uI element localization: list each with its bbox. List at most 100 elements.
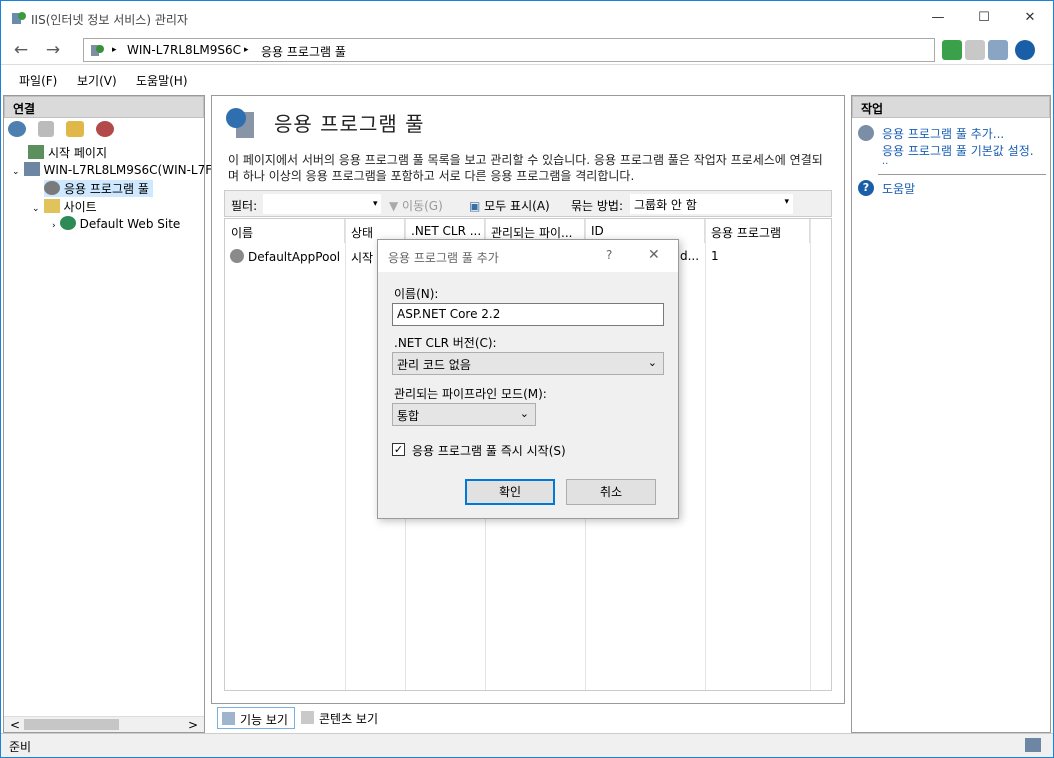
connections-header: 연결 <box>4 96 204 118</box>
window-title: IIS(인터넷 정보 서비스) 관리자 <box>31 13 188 27</box>
pool-apps-cell: 1 <box>711 249 719 263</box>
iis-manager-window: IIS(인터넷 정보 서비스) 관리자 — ☐ ✕ ← → ▸ WIN-L7RL… <box>0 0 1054 758</box>
menu-view[interactable]: 보기(V) <box>77 72 117 89</box>
menu-file[interactable]: 파일(F) <box>19 72 57 89</box>
dialog-close-button[interactable]: ✕ <box>648 247 660 263</box>
help-icon: ? <box>858 180 874 196</box>
minimize-button[interactable]: — <box>915 1 961 35</box>
disconnect-icon[interactable] <box>96 121 114 137</box>
connections-panel: 연결 시작 페이지 ⌄ WIN-L7RL8LM9S6C(WIN-L7F 응용 프로… <box>3 95 212 733</box>
app-pools-icon <box>226 108 254 138</box>
action-set-defaults[interactable]: 응용 프로그램 풀 기본값 설정. <box>882 142 1034 159</box>
ok-button[interactable]: 확인 <box>465 479 555 505</box>
maximize-button[interactable]: ☐ <box>961 1 1007 35</box>
filter-dropdown-icon[interactable]: ▾ <box>373 199 378 209</box>
pool-status-cell: 시작 <box>351 251 374 265</box>
separator-icon: ▸ <box>244 45 249 55</box>
back-button[interactable]: ← <box>9 40 33 60</box>
pool-id-cell: d... <box>680 249 700 263</box>
name-input[interactable]: ASP.NET Core 2.2 <box>392 303 664 326</box>
title-bar: IIS(인터넷 정보 서비스) 관리자 — ☐ ✕ <box>1 1 1053 35</box>
start-page-icon <box>28 145 44 159</box>
chevron-down-icon: ⌄ <box>647 356 657 369</box>
show-all-icon: ▣ <box>469 199 485 213</box>
filter-input[interactable] <box>263 194 381 214</box>
cancel-button[interactable]: 취소 <box>566 479 656 505</box>
divider <box>878 174 1046 175</box>
app-pool-icon <box>230 249 244 263</box>
name-label: 이름(N): <box>394 287 439 301</box>
chevron-down-icon: ▾ <box>784 197 789 207</box>
view-tabs: 기능 보기 콘텐츠 보기 <box>211 704 611 730</box>
show-all-button[interactable]: ▣ 모두 표시(A) <box>469 197 550 214</box>
go-button[interactable]: ▼ 이동(G) <box>389 197 443 214</box>
tree-item-default-web-site[interactable]: › Default Web Site <box>52 216 180 231</box>
group-by-select[interactable]: 그룹화 안 함 ▾ <box>630 194 793 214</box>
filter-bar: 필터: ▾ ▼ 이동(G) ▣ 모두 표시(A) 묶는 방법: 그룹화 안 함 ▾ <box>224 190 832 217</box>
start-immediately-label: 응용 프로그램 풀 즉시 시작(S) <box>412 444 566 458</box>
clr-version-label: .NET CLR 버전(C): <box>394 336 497 350</box>
menu-help[interactable]: 도움말(H) <box>136 72 188 89</box>
column-header-apps[interactable]: 응용 프로그램 <box>705 219 810 243</box>
app-pool-icon <box>44 181 60 195</box>
pipeline-mode-select[interactable]: 통합 ⌄ <box>392 403 536 426</box>
funnel-icon: ▼ <box>389 199 403 213</box>
scroll-right-icon[interactable]: > <box>188 718 198 732</box>
group-by-label: 묶는 방법: <box>571 199 624 213</box>
help-icon[interactable] <box>1015 40 1035 60</box>
up-icon[interactable] <box>66 121 84 137</box>
server-status-icon <box>1025 738 1041 752</box>
dialog-help-button[interactable]: ? <box>606 248 612 262</box>
dialog-title-bar: 응용 프로그램 풀 추가 ? ✕ <box>378 240 678 272</box>
crumb-app-pools[interactable]: 응용 프로그램 풀 <box>261 43 346 60</box>
actions-header: 작업 <box>852 96 1050 118</box>
filter-label: 필터: <box>231 199 258 213</box>
pool-name-cell[interactable]: DefaultAppPool <box>230 249 340 264</box>
home-icon[interactable] <box>988 40 1008 60</box>
horizontal-scrollbar[interactable]: < > <box>4 716 204 732</box>
menu-bar: 파일(F) 보기(V) 도움말(H) <box>1 65 1053 93</box>
stop-icon[interactable] <box>965 40 985 60</box>
forward-button[interactable]: → <box>41 40 65 60</box>
chevron-down-icon: ⌄ <box>519 407 529 420</box>
save-icon[interactable] <box>38 121 54 137</box>
connections-toolbar <box>4 118 204 142</box>
column-divider <box>705 219 706 690</box>
column-header-name[interactable]: 이름 <box>225 219 345 243</box>
tree-item-app-pools[interactable]: 응용 프로그램 풀 <box>44 180 153 197</box>
tab-content-view[interactable]: 콘텐츠 보기 <box>297 707 384 729</box>
collapse-icon[interactable]: ⌄ <box>32 204 40 214</box>
address-bar: ← → ▸ WIN-L7RL8LM9S6C ▸ 응용 프로그램 풀 <box>1 35 1053 65</box>
start-immediately-checkbox[interactable]: ✓ <box>392 443 405 456</box>
actions-panel: 작업 응용 프로그램 풀 추가... 응용 프로그램 풀 기본값 설정. .. … <box>851 95 1051 733</box>
tree-item-sites[interactable]: ⌄ 사이트 <box>32 198 97 215</box>
content-view-icon <box>301 711 314 724</box>
globe-icon <box>59 216 76 230</box>
status-text: 준비 <box>9 740 32 754</box>
tree-item-start-page[interactable]: 시작 페이지 <box>28 144 107 161</box>
server-icon <box>91 45 104 56</box>
collapse-icon[interactable]: ⌄ <box>12 167 20 177</box>
add-pool-icon <box>858 125 874 141</box>
action-help[interactable]: 도움말 <box>882 180 915 197</box>
action-add-app-pool[interactable]: 응용 프로그램 풀 추가... <box>882 125 1004 142</box>
add-app-pool-dialog: 응용 프로그램 풀 추가 ? ✕ 이름(N): ASP.NET Core 2.2… <box>377 239 679 519</box>
tab-features-view[interactable]: 기능 보기 <box>217 707 295 729</box>
tree-item-server[interactable]: ⌄ WIN-L7RL8LM9S6C(WIN-L7F <box>12 162 212 177</box>
sites-folder-icon <box>43 199 60 213</box>
features-view-icon <box>222 712 235 725</box>
page-description: 이 페이지에서 서버의 응용 프로그램 풀 목록을 보고 관리할 수 있습니다.… <box>228 153 823 183</box>
pipeline-mode-label: 관리되는 파이프라인 모드(M): <box>394 387 547 401</box>
connect-icon[interactable] <box>8 121 26 137</box>
close-button[interactable]: ✕ <box>1007 1 1053 35</box>
expand-icon[interactable]: › <box>52 221 56 231</box>
clr-version-select[interactable]: 관리 코드 없음 ⌄ <box>392 352 664 375</box>
address-box[interactable]: ▸ WIN-L7RL8LM9S6C ▸ 응용 프로그램 풀 <box>83 38 935 62</box>
refresh-icon[interactable] <box>942 40 962 60</box>
crumb-server[interactable]: WIN-L7RL8LM9S6C <box>127 43 241 57</box>
server-icon <box>23 162 40 176</box>
scroll-left-icon[interactable]: < <box>10 718 20 732</box>
dialog-title: 응용 프로그램 풀 추가 <box>388 251 499 265</box>
scroll-thumb[interactable] <box>24 719 119 730</box>
separator-icon: ▸ <box>112 45 117 55</box>
